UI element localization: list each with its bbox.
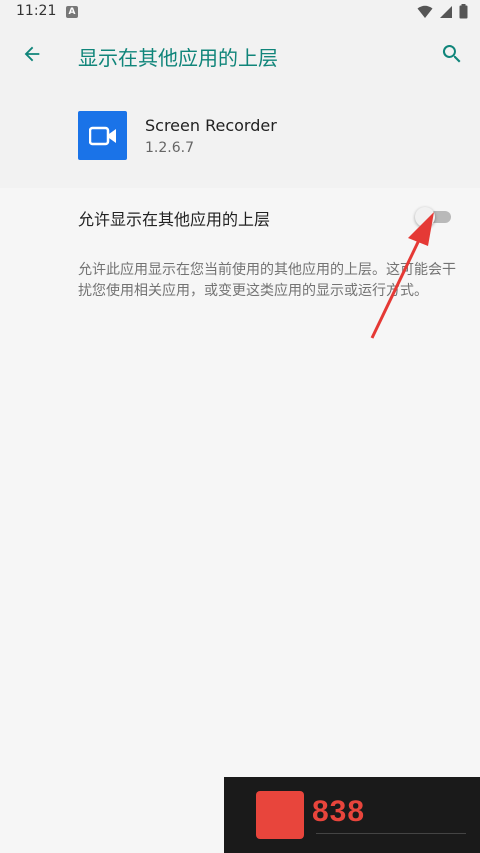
app-bar: 显示在其他应用的上层 (0, 24, 480, 88)
status-time: 11:21 (16, 3, 57, 19)
red-arrow-annotation (370, 212, 434, 339)
overlay-permission-label: 允许显示在其他应用的上层 (78, 210, 271, 229)
battery-icon (459, 4, 468, 19)
status-bar: 11:21 A (0, 0, 480, 24)
search-icon (442, 45, 461, 63)
signal-icon (440, 5, 452, 18)
watermark-logo (256, 791, 304, 839)
app-icon (78, 111, 127, 160)
watermark-text: 838 (312, 795, 366, 828)
video-camera-icon (88, 126, 116, 145)
arrow-back-icon (24, 46, 40, 62)
watermark-divider (316, 833, 466, 834)
app-version: 1.2.6.7 (145, 140, 194, 156)
settings-screen: 11:21 A 显示在其他应用的上层 Screen Recorder 1.2.6… (0, 0, 480, 853)
watermark: 838 (224, 777, 480, 853)
status-icons (417, 4, 468, 19)
app-name: Screen Recorder (145, 116, 277, 135)
page-title: 显示在其他应用的上层 (78, 46, 278, 70)
wifi-icon (417, 5, 433, 18)
app-header: Screen Recorder 1.2.6.7 (0, 88, 480, 188)
back-button[interactable] (12, 34, 52, 74)
a-letter-icon: A (66, 6, 78, 18)
search-button[interactable] (432, 34, 472, 74)
